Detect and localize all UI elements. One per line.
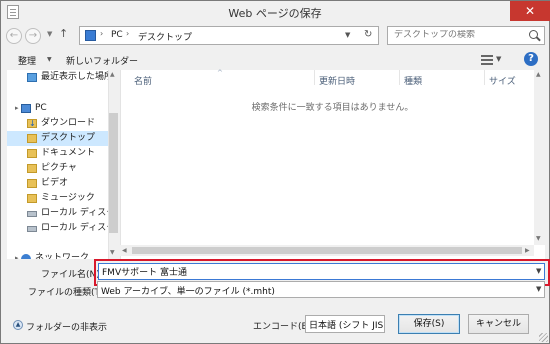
breadcrumb-pc[interactable]: PC [111,30,123,40]
sidebar-item-disk-c[interactable]: ローカル ディスク (C [7,206,119,221]
recent-places-icon [27,73,37,82]
sidebar-item-network[interactable]: ▸ ネットワーク [7,251,111,259]
videos-folder-icon [27,179,37,188]
sidebar-item-label: ネットワーク [35,253,90,259]
new-folder-button[interactable]: 新しいフォルダー [66,54,138,67]
filetype-chevron-down-icon[interactable]: ▼ [536,285,541,293]
file-list-vertical-scrollbar[interactable] [534,70,545,245]
scroll-right-arrow-icon[interactable]: ▶ [525,247,530,254]
horizontal-scroll-thumb[interactable] [132,247,522,254]
filetype-value: Web アーカイブ、単一のファイル (*.mht) [101,287,275,297]
sidebar-item-pictures[interactable]: ピクチャ [7,161,111,176]
scroll-up-arrow-icon[interactable]: ▲ [110,71,115,78]
recent-locations-chevron-down-icon[interactable]: ▼ [47,30,52,38]
sidebar-item-label: ミュージック [41,193,95,203]
help-icon[interactable]: ? [524,52,538,66]
sidebar-item-recent-places[interactable]: 最近表示した場所 [7,70,114,85]
scroll-down-arrow-icon[interactable]: ▼ [536,235,541,242]
pc-icon [21,104,31,113]
up-button[interactable]: ↑ [59,27,68,40]
refresh-icon[interactable]: ↻ [364,29,372,40]
sidebar-item-label: ビデオ [41,178,69,188]
chevron-up-icon[interactable]: ▲ [13,320,23,330]
window-title: Web ページの保存 [228,7,322,20]
file-list[interactable] [120,70,545,259]
sidebar-item-label: 最近表示した場所 [41,72,114,82]
column-header-type[interactable]: 種類 [404,74,422,87]
breadcrumb-separator[interactable]: › [100,29,103,38]
address-bar[interactable]: › PC › デスクトップ ▼ ↻ [79,26,379,45]
filetype-label: ファイルの種類(T): [28,288,107,298]
cancel-button[interactable]: キャンセル [468,314,529,334]
sidebar-item-label: デスクトップ [41,133,96,143]
column-divider[interactable] [399,70,400,85]
breadcrumb-desktop[interactable]: デスクトップ [138,30,192,43]
sidebar-item-music[interactable]: ミュージック [7,191,111,206]
search-box[interactable] [387,26,545,45]
empty-list-message: 検索条件に一致する項目はありません。 [251,103,414,113]
sidebar-item-label: PC [35,103,47,113]
music-folder-icon [27,194,37,203]
documents-folder-icon [27,149,37,158]
column-header-size[interactable]: サイズ [489,74,516,87]
sidebar-item-label: ダウンロード [41,118,96,128]
pc-location-icon [85,30,96,41]
column-divider[interactable] [484,70,485,85]
sort-ascending-icon: ^ [217,69,223,77]
scroll-down-arrow-icon[interactable]: ▼ [110,249,115,256]
scroll-left-arrow-icon[interactable]: ◀ [122,247,127,254]
search-icon[interactable] [529,30,538,39]
view-options-chevron-down-icon[interactable]: ▼ [496,55,501,63]
filename-chevron-down-icon[interactable]: ▼ [536,267,541,275]
expand-chevron-icon[interactable]: ▸ [15,101,19,116]
pictures-folder-icon [27,164,37,173]
organize-chevron-down-icon[interactable]: ▼ [47,56,52,63]
expand-chevron-icon[interactable]: ▸ [15,251,19,259]
disk-c-icon [27,211,37,217]
disk-d-icon [27,226,37,232]
filename-field[interactable] [102,265,522,278]
sidebar-item-desktop[interactable]: デスクトップ [7,131,111,146]
filename-combobox[interactable]: ▼ [98,263,545,280]
save-button[interactable]: 保存(S) [398,314,460,334]
organize-menu[interactable]: 整理 [18,54,36,67]
network-icon [21,254,31,259]
filetype-select[interactable]: Web アーカイブ、単一のファイル (*.mht) ▼ [97,281,545,298]
address-history-chevron-down-icon[interactable]: ▼ [345,31,350,39]
sidebar-scroll-thumb[interactable] [109,113,118,233]
encoding-value: 日本語 (シフト JIS) [309,321,385,331]
sidebar-item-label: ドキュメント [41,148,96,158]
sidebar-item-downloads[interactable]: ダウンロード [7,116,111,131]
sidebar-item-disk-d[interactable]: ローカル ディスク (D [7,221,119,236]
column-header-modified[interactable]: 更新日時 [319,74,355,87]
sidebar-item-label: ピクチャ [41,163,77,173]
downloads-folder-icon [27,116,37,131]
sidebar-item-videos[interactable]: ビデオ [7,176,111,191]
sidebar-item-documents[interactable]: ドキュメント [7,146,111,161]
navigation-pane: 最近表示した場所 ▸ PC ダウンロード デスクトップ ドキュメント ピクチャ … [7,70,119,259]
column-header-name[interactable]: 名前 [134,74,152,87]
forward-button[interactable]: → [25,28,41,44]
breadcrumb-separator[interactable]: › [126,29,129,38]
scroll-up-arrow-icon[interactable]: ▲ [536,71,541,78]
column-divider[interactable] [314,70,315,85]
sidebar-item-pc[interactable]: ▸ PC [7,101,111,116]
desktop-folder-icon [27,134,37,143]
view-details-icon[interactable] [481,54,493,65]
save-webpage-dialog: Web ページの保存 ✕ ← → ▼ ↑ › PC › デスクトップ ▼ ↻ 整… [0,0,550,344]
resize-grip-icon[interactable] [539,333,548,342]
back-button[interactable]: ← [6,28,22,44]
encoding-select[interactable]: 日本語 (シフト JIS) [305,315,385,333]
hide-folders-toggle[interactable]: フォルダーの非表示 [26,320,107,333]
search-input[interactable] [394,30,524,40]
close-button[interactable]: ✕ [510,1,550,21]
